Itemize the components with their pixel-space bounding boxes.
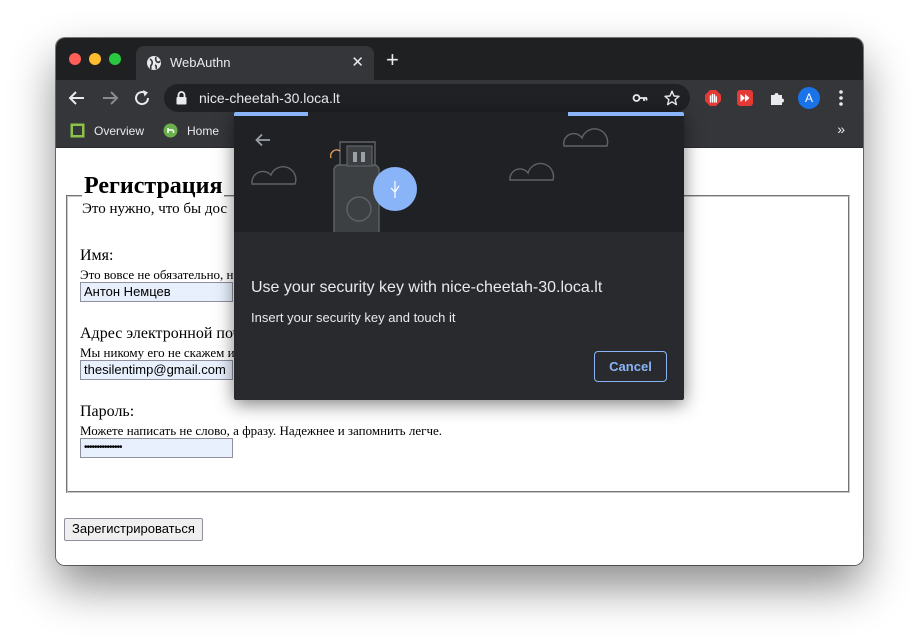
home-icon: [163, 123, 178, 138]
back-arrow-icon[interactable]: [67, 88, 87, 108]
name-hint: Это вовсе не обязательно, н: [80, 267, 234, 282]
password-hint: Можете написать не слово, а фразу. Надеж…: [80, 423, 443, 438]
register-button[interactable]: Зарегистрироваться: [64, 518, 203, 541]
toolbar: nice-cheetah-30.loca.lt A: [56, 80, 863, 116]
tab-webauthn[interactable]: WebAuthn ✕: [136, 46, 374, 80]
lock-icon[interactable]: [175, 91, 188, 105]
email-hint: Мы никому его не скажем и: [80, 345, 235, 360]
minimize-window-button[interactable]: [89, 53, 101, 65]
reload-icon[interactable]: [132, 88, 152, 108]
profile-avatar[interactable]: A: [798, 87, 820, 109]
tab-strip: WebAuthn ✕ +: [56, 38, 863, 80]
star-icon[interactable]: [664, 90, 680, 106]
page-title: Регистрация: [82, 173, 225, 200]
menu-dots-icon[interactable]: [838, 89, 844, 107]
bookmark-overview[interactable]: Overview: [94, 122, 144, 140]
bookmarks-overflow-icon[interactable]: »: [837, 121, 845, 137]
email-label: Адрес электронной поч: [80, 325, 241, 342]
address-bar[interactable]: nice-cheetah-30.loca.lt: [164, 84, 690, 112]
password-field[interactable]: •••••••••••••••: [80, 438, 233, 458]
media-extension-icon[interactable]: [736, 89, 754, 107]
bookmark-home[interactable]: Home: [187, 122, 219, 140]
adblock-extension-icon[interactable]: [704, 89, 722, 107]
security-key-illustration: [251, 128, 609, 232]
key-icon[interactable]: [632, 90, 648, 106]
email-field[interactable]: thesilentimp@gmail.com: [80, 360, 233, 380]
tab-title: WebAuthn: [170, 55, 231, 70]
cancel-button[interactable]: Cancel: [594, 351, 667, 382]
forward-arrow-icon[interactable]: [100, 88, 120, 108]
globe-icon: [147, 56, 161, 70]
dialog-title: Use your security key with nice-cheetah-…: [251, 279, 603, 296]
name-field[interactable]: Антон Немцев: [80, 282, 233, 302]
close-window-button[interactable]: [69, 53, 81, 65]
close-tab-icon[interactable]: ✕: [351, 53, 364, 71]
url-text[interactable]: nice-cheetah-30.loca.lt: [199, 90, 340, 106]
security-key-dialog: Use your security key with nice-cheetah-…: [234, 112, 684, 400]
dialog-illustration: [234, 112, 684, 232]
overview-icon: [70, 123, 85, 138]
extensions-puzzle-icon[interactable]: [768, 89, 786, 107]
password-label: Пароль:: [80, 403, 135, 420]
new-tab-button[interactable]: +: [386, 49, 399, 71]
intro-text: Это нужно, что бы дос: [82, 201, 228, 217]
zoom-window-button[interactable]: [109, 53, 121, 65]
dialog-description: Insert your security key and touch it: [251, 310, 456, 325]
name-label: Имя:: [80, 247, 114, 264]
